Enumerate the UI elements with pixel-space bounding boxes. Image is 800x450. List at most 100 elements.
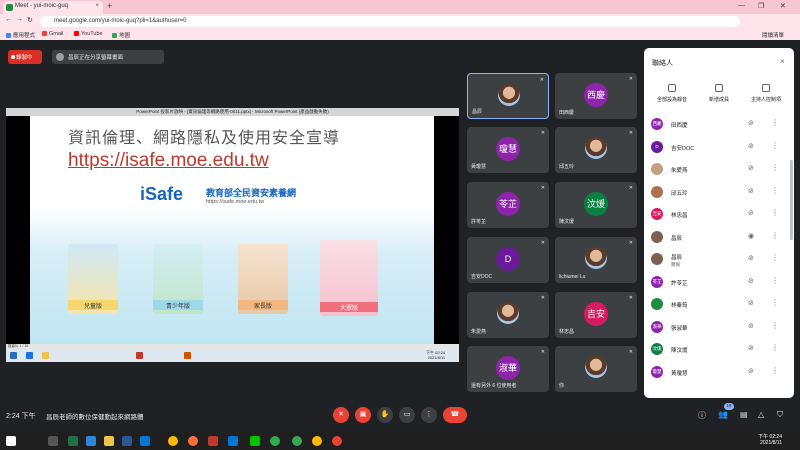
people-list-item[interactable]: D 吉安DOC ⊘ ⋮ [648, 137, 788, 157]
participant-tile[interactable]: 瓊慧 ✕ 黃瓊慧 [467, 127, 549, 173]
mic-off-icon[interactable]: ⊘ [748, 142, 754, 150]
forward-icon[interactable]: → [16, 16, 23, 23]
mic-off-icon[interactable]: ⊘ [748, 187, 754, 195]
panel-scrollbar[interactable] [790, 160, 793, 240]
tab-bar [0, 0, 800, 14]
leave-call-button[interactable]: ☎ [443, 407, 467, 423]
chrome-window-icon[interactable] [270, 436, 280, 446]
mic-off-icon[interactable]: ⊘ [748, 119, 754, 127]
pdf-app-icon[interactable] [208, 436, 218, 446]
bookmark-apps[interactable]: 應用程式 [6, 31, 35, 39]
new-tab-button[interactable]: + [107, 1, 112, 11]
mic-off-icon[interactable]: ⊘ [748, 209, 754, 217]
participant-tile[interactable]: 西慶 ✕ 田西慶 [555, 73, 637, 119]
more-icon[interactable]: ⋮ [771, 208, 779, 217]
people-icon[interactable]: 👥 [718, 410, 728, 419]
people-list-item[interactable]: 汶煖 陳汶煖 ⊘ ⋮ [648, 339, 788, 359]
mic-off-icon[interactable]: ⊘ [748, 344, 754, 352]
people-list-item[interactable]: 昌辰 ◉ ⋮ [648, 227, 788, 247]
more-icon[interactable]: ⋮ [771, 321, 779, 330]
people-list-item[interactable]: 淑華 張淑華 ⊘ ⋮ [648, 317, 788, 337]
info-icon[interactable]: ⓘ [698, 410, 706, 421]
tab-meet[interactable]: Meet - yui-moic-guq × [3, 1, 103, 14]
mic-off-icon[interactable]: ⊘ [748, 254, 754, 262]
camera-off-button[interactable]: ▣ [355, 407, 371, 423]
mic-off-icon [668, 84, 676, 92]
speaking-icon[interactable]: ◉ [748, 232, 754, 240]
more-icon[interactable]: ⋮ [771, 163, 779, 172]
add-people-button[interactable]: 新增成員 [695, 84, 743, 103]
host-controls-button[interactable]: 主持人控制項 [742, 84, 790, 103]
mic-off-icon[interactable]: ⊘ [748, 322, 754, 330]
people-list-item[interactable]: 西慶 田西慶 ⊘ ⋮ [648, 114, 788, 134]
firefox-icon[interactable] [188, 436, 198, 446]
more-icon[interactable]: ⋮ [771, 366, 779, 375]
bookmark-gmail[interactable]: Gmail [42, 31, 63, 37]
reading-list[interactable]: 閱讀清單 [762, 31, 784, 39]
chrome-window3-icon[interactable] [312, 436, 322, 446]
more-icon[interactable]: ⋮ [771, 343, 779, 352]
chrome-window4-icon[interactable] [332, 436, 342, 446]
chrome-window2-icon[interactable] [292, 436, 302, 446]
windows-start-icon[interactable] [6, 436, 16, 446]
store-icon[interactable] [122, 436, 132, 446]
address-input[interactable]: meet.google.com/yui-moic-guq?pli=1&authu… [40, 16, 740, 27]
people-list-item[interactable]: 吉安 林忠昌 ⊘ ⋮ [648, 204, 788, 224]
maximize-icon[interactable]: ❐ [758, 2, 764, 10]
present-button[interactable]: ▭ [399, 407, 415, 423]
more-icon[interactable]: ⋮ [771, 253, 779, 262]
avatar: D [496, 247, 520, 271]
participant-tile[interactable]: 汶煖 ✕ 陳汶煖 [555, 182, 637, 228]
mic-off-icon[interactable]: ⊘ [748, 299, 754, 307]
people-list-item[interactable]: 林秦筠 ⊘ ⋮ [648, 294, 788, 314]
people-list-item[interactable]: 朱愛燕 ⊘ ⋮ [648, 159, 788, 179]
edge-icon[interactable] [86, 436, 96, 446]
participant-tile[interactable]: D ✕ 吉安DOC [467, 237, 549, 283]
minimize-icon[interactable]: — [738, 2, 745, 9]
more-icon[interactable]: ⋮ [771, 118, 779, 127]
people-list-item[interactable]: 邱五玲 ⊘ ⋮ [648, 182, 788, 202]
explorer-icon[interactable] [104, 436, 114, 446]
task-view-icon[interactable] [48, 436, 58, 446]
mic-off-icon[interactable]: ⊘ [748, 277, 754, 285]
more-options-button[interactable]: ⋮ [421, 407, 437, 423]
raise-hand-button[interactable]: ✋ [377, 407, 393, 423]
close-window-icon[interactable]: ✕ [780, 2, 786, 10]
more-icon[interactable]: ⋮ [771, 276, 779, 285]
line-icon[interactable] [250, 436, 260, 446]
bookmark-maps[interactable]: 地圖 [112, 31, 130, 39]
close-tab-icon[interactable]: × [95, 3, 99, 9]
people-list-item[interactable]: 瓊慧 黃瓊慧 ⊘ ⋮ [648, 362, 788, 382]
more-icon[interactable]: ⋮ [771, 186, 779, 195]
excel-icon[interactable] [68, 436, 78, 446]
avatar [651, 298, 663, 310]
chat-icon[interactable]: ▤ [740, 410, 748, 419]
reload-icon[interactable]: ↻ [27, 16, 33, 24]
chrome-icon[interactable] [168, 436, 178, 446]
mic-off-icon: ✕ [628, 76, 633, 82]
mic-off-icon[interactable]: ⊘ [748, 164, 754, 172]
back-icon[interactable]: ← [5, 16, 12, 23]
participant-tile[interactable]: ✕ 朱愛燕 [467, 292, 549, 338]
lock-icon[interactable]: ⛉ [777, 410, 783, 420]
close-icon[interactable]: × [780, 57, 785, 66]
participant-tile[interactable]: ✕ 昌辰 [467, 73, 549, 119]
participant-tile[interactable]: 苓芷 ✕ 許苓芷 [467, 182, 549, 228]
mute-all-button[interactable]: 全部設為靜音 [648, 84, 696, 103]
bookmark-youtube[interactable]: YouTube [74, 31, 103, 37]
more-icon[interactable]: ⋮ [771, 298, 779, 307]
participant-tile[interactable]: ✕ lichiumei Lu [555, 237, 637, 283]
activities-icon[interactable]: △ [758, 410, 764, 419]
mail-icon[interactable] [140, 436, 150, 446]
participant-tile[interactable]: 淑華 ✕ 還有另外 6 位使用者 [467, 346, 549, 392]
participant-tile[interactable]: ✕ 你 [555, 346, 637, 392]
mic-off-icon[interactable]: ⊘ [748, 367, 754, 375]
more-icon[interactable]: ⋮ [771, 231, 779, 240]
more-icon[interactable]: ⋮ [771, 141, 779, 150]
people-list-item[interactable]: 苓芷 許苓芷 ⊘ ⋮ [648, 272, 788, 292]
participant-tile[interactable]: 吉安 ✕ 林忠昌 [555, 292, 637, 338]
people-list-item[interactable]: 昌辰 簡報 ⊘ ⋮ [648, 249, 788, 269]
mic-off-button[interactable]: ✕ [333, 407, 349, 423]
app-icon[interactable] [228, 436, 238, 446]
participant-tile[interactable]: ✕ 邱五玲 [555, 127, 637, 173]
